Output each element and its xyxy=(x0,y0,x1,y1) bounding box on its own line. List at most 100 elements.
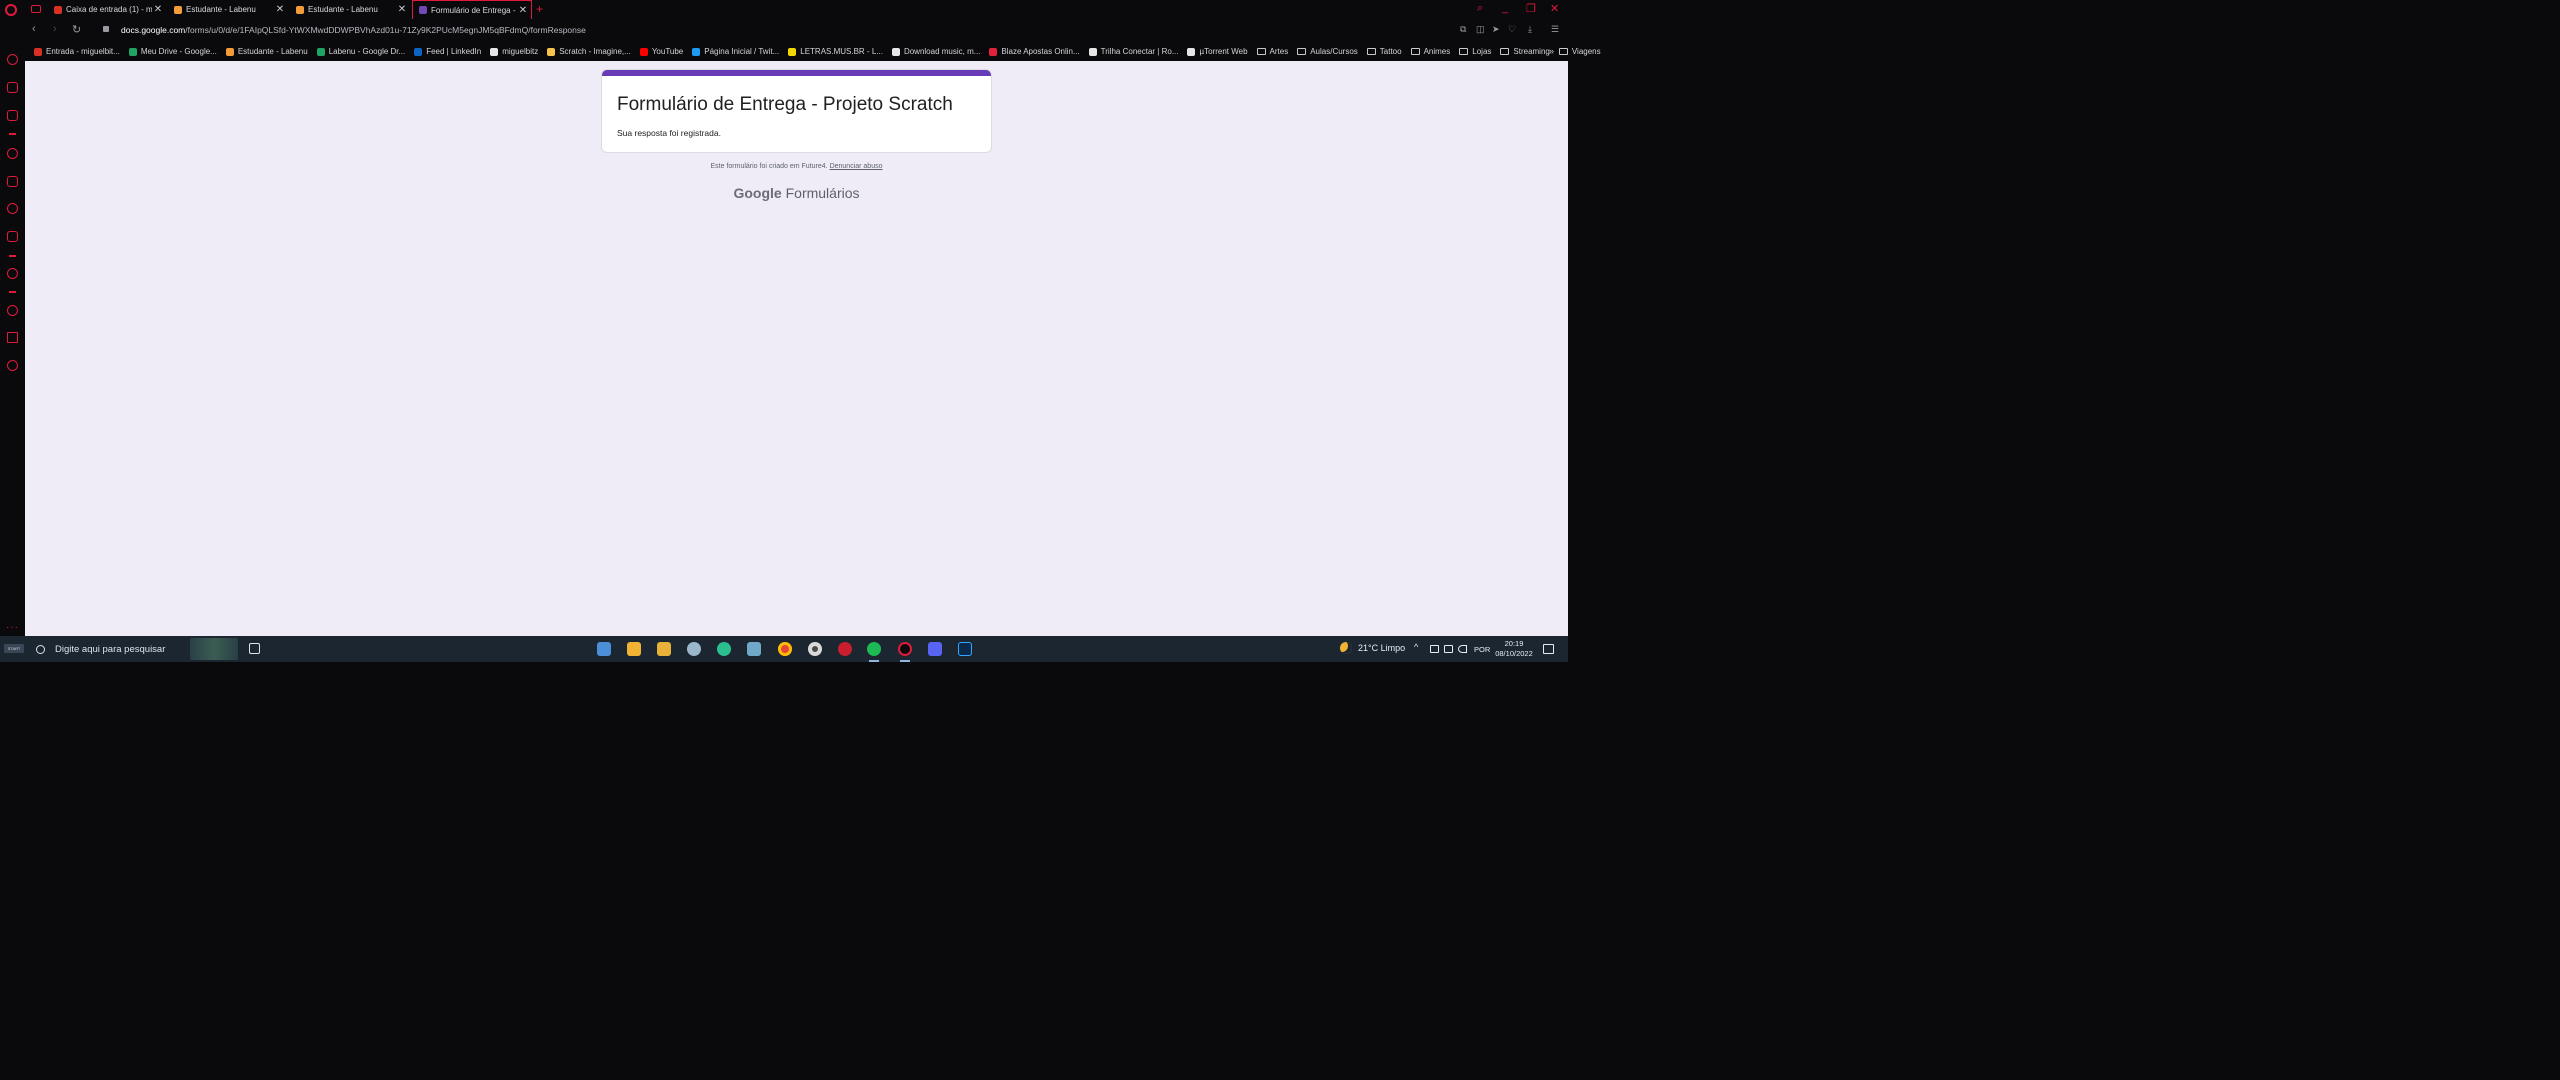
bookmark-item[interactable]: Viagens xyxy=(1558,47,1601,56)
forward-button[interactable]: › xyxy=(53,23,57,35)
bookmark-item[interactable]: Download music, m... xyxy=(891,47,980,56)
discord-icon[interactable] xyxy=(928,642,942,656)
twitter-icon[interactable] xyxy=(7,203,18,214)
workspaces-icon[interactable] xyxy=(31,5,41,13)
lock-icon[interactable] xyxy=(103,26,109,32)
bookmark-item[interactable]: Streaming xyxy=(1500,47,1550,56)
form-footer-text: Este formulário foi criado em Future4. xyxy=(710,163,828,170)
bookmark-item[interactable]: Labenu - Google Dr... xyxy=(316,47,405,56)
shopping-bag-icon[interactable] xyxy=(7,82,18,93)
weather-text: 21°C Limpo xyxy=(1358,643,1406,653)
network-icon[interactable] xyxy=(1444,645,1453,653)
folder-app-icon[interactable] xyxy=(657,642,671,656)
bookmark-item[interactable]: µTorrent Web xyxy=(1187,47,1248,56)
messenger-icon[interactable] xyxy=(7,231,18,242)
google-forms-logo[interactable]: Google Formulários xyxy=(25,185,1568,201)
intellij-app-icon[interactable] xyxy=(717,642,731,656)
bookmark-item[interactable]: Artes xyxy=(1256,47,1288,56)
bookmark-item[interactable]: LETRAS.MUS.BR - L... xyxy=(788,47,883,56)
bookmark-item[interactable]: Estudante - Labenu xyxy=(225,47,308,56)
volume-icon[interactable] xyxy=(1458,645,1467,653)
bookmark-item[interactable]: miguelbitz xyxy=(490,47,538,56)
tab-labenu-2[interactable]: Estudante - Labenu ✕ xyxy=(290,0,410,19)
snapshot-icon[interactable]: ⧉ xyxy=(1460,24,1466,35)
bookmark-item[interactable]: Feed | LinkedIn xyxy=(414,47,481,56)
labenu-icon xyxy=(296,5,304,14)
bookmark-item[interactable]: Trilha Conectar | Ro... xyxy=(1088,47,1178,56)
folder-icon xyxy=(1366,48,1376,55)
chevron-up-icon[interactable]: ^ xyxy=(1414,642,1423,652)
history-icon[interactable] xyxy=(7,305,18,316)
close-icon[interactable]: ✕ xyxy=(152,4,164,15)
spotify-icon[interactable] xyxy=(867,642,881,656)
github-icon xyxy=(490,47,499,56)
notification-icon[interactable] xyxy=(1543,644,1554,654)
tab-gmail[interactable]: Caixa de entrada (1) - mig… ✕ xyxy=(48,0,166,19)
photoshop-icon[interactable] xyxy=(958,642,972,656)
bookmark-item[interactable]: Tattoo xyxy=(1366,47,1402,56)
camera-icon[interactable]: ◫ xyxy=(1476,24,1485,35)
minimize-button[interactable]: _ xyxy=(1502,2,1508,14)
paint-app-icon[interactable] xyxy=(687,642,701,656)
bookmarks-overflow-icon[interactable]: » xyxy=(1549,46,1554,56)
contacts-app-icon[interactable] xyxy=(597,642,611,656)
opera-logo-icon[interactable] xyxy=(5,4,17,16)
download-icon[interactable]: ⤓ xyxy=(1528,24,1532,35)
back-button[interactable]: ‹ xyxy=(32,23,36,35)
tab-formulario-active[interactable]: Formulário de Entrega - Pr… ✕ xyxy=(412,0,532,19)
file-explorer-icon[interactable] xyxy=(627,642,641,656)
chrome-icon[interactable] xyxy=(778,642,792,656)
close-icon[interactable]: ✕ xyxy=(396,4,408,15)
bookmark-item[interactable]: Aulas/Cursos xyxy=(1297,47,1358,56)
settings-gear-icon[interactable] xyxy=(7,360,18,371)
bookmark-label: µTorrent Web xyxy=(1199,47,1248,56)
notepad-app-icon[interactable] xyxy=(747,642,761,656)
bookmark-item[interactable]: Blaze Apostas Onlin... xyxy=(989,47,1080,56)
bookmark-label: Viagens xyxy=(1571,47,1601,56)
instagram-icon[interactable] xyxy=(7,176,18,187)
bookmark-item[interactable]: Entrada - miguelbit... xyxy=(34,47,120,56)
folder-icon xyxy=(1410,48,1420,55)
player-icon[interactable] xyxy=(7,268,18,279)
device-icon[interactable] xyxy=(1430,645,1439,653)
close-icon[interactable]: ✕ xyxy=(274,4,286,15)
sidebar-separator xyxy=(9,291,16,293)
obs-app-icon[interactable] xyxy=(808,642,822,656)
bookmark-item[interactable]: Animes xyxy=(1410,47,1450,56)
clock[interactable]: 20:19 08/10/2022 xyxy=(1494,639,1534,659)
report-abuse-link[interactable]: Denunciar abuso xyxy=(830,163,883,170)
speed-dial-icon[interactable] xyxy=(7,54,18,65)
folder-icon xyxy=(1256,48,1266,55)
heart-icon[interactable]: ♡ xyxy=(1508,24,1516,35)
bookmark-item[interactable]: Scratch - Imagine,... xyxy=(547,47,631,56)
twitch-icon[interactable] xyxy=(7,110,18,121)
opera-gx-icon[interactable] xyxy=(898,642,912,656)
game-app-icon[interactable] xyxy=(838,642,852,656)
screen: Caixa de entrada (1) - mig… ✕ Estudante … xyxy=(0,0,1601,662)
task-view-icon[interactable] xyxy=(249,643,260,654)
menu-icon[interactable]: ☰ xyxy=(1551,24,1559,35)
tab-label: Estudante - Labenu xyxy=(308,5,378,14)
close-icon[interactable]: ✕ xyxy=(517,5,529,16)
bookmark-item[interactable]: Meu Drive - Google... xyxy=(128,47,217,56)
whatsapp-icon[interactable] xyxy=(7,148,18,159)
weather-widget[interactable]: 21°C Limpo xyxy=(1340,642,1405,654)
bookmark-item[interactable]: Lojas xyxy=(1459,47,1491,56)
send-icon[interactable]: ➤ xyxy=(1492,24,1500,35)
new-tab-button[interactable]: + xyxy=(536,2,543,16)
sidebar-more-icon[interactable]: ··· xyxy=(6,622,19,633)
close-window-button[interactable]: ✕ xyxy=(1550,2,1559,15)
url-field[interactable]: docs.google.com/forms/u/0/d/e/1FAIpQLSfd… xyxy=(121,25,586,35)
bookmark-item[interactable]: Página Inicial / Twit... xyxy=(692,47,779,56)
downloads-icon[interactable] xyxy=(7,332,18,343)
bookmark-item[interactable]: YouTube xyxy=(639,47,683,56)
restore-button[interactable]: ❐ xyxy=(1526,2,1536,15)
search-tabs-icon[interactable]: ⌕ xyxy=(1477,2,1483,15)
bookmark-label: Tattoo xyxy=(1379,47,1402,56)
tab-labenu-1[interactable]: Estudante - Labenu ✕ xyxy=(168,0,288,19)
sidebar-separator xyxy=(9,133,16,135)
language-indicator[interactable]: POR xyxy=(1474,645,1490,654)
start-button[interactable]: START xyxy=(4,644,24,653)
reload-button[interactable]: ↻ xyxy=(72,23,81,36)
form-card: Formulário de Entrega - Projeto Scratch … xyxy=(601,69,992,153)
